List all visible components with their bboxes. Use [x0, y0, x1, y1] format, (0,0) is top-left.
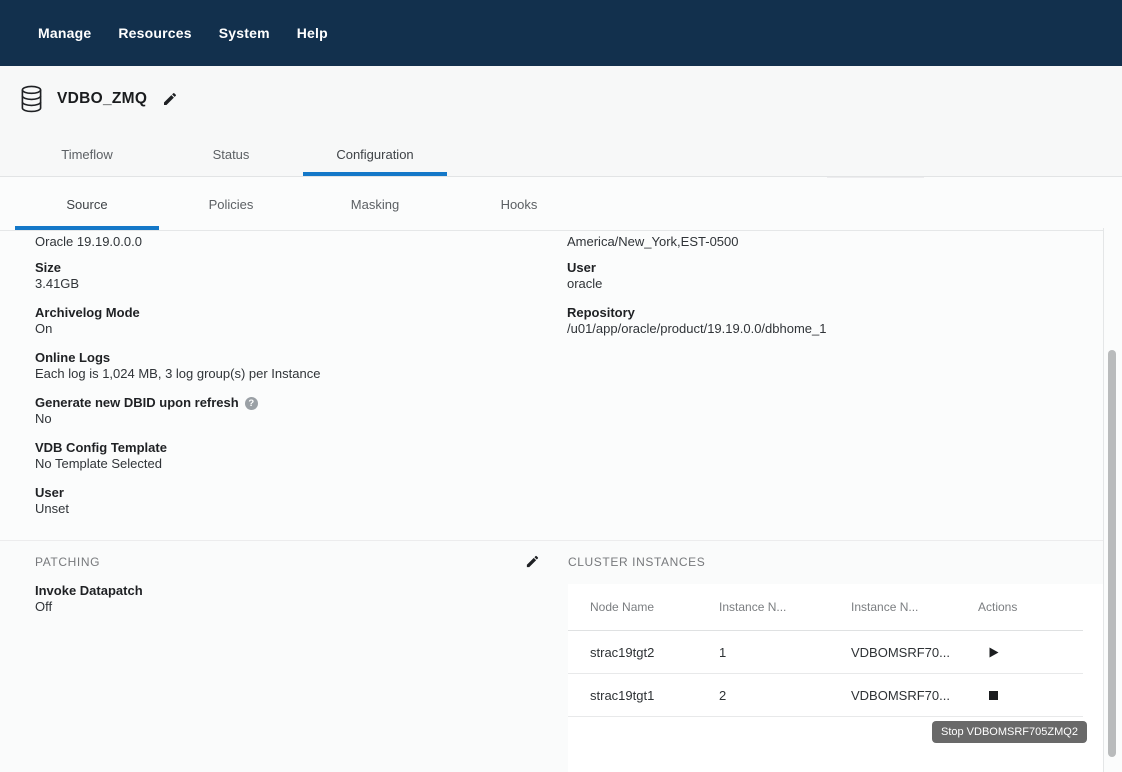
stop-instance-tooltip: Stop VDBOMSRF705ZMQ2	[932, 721, 1087, 743]
help-icon[interactable]: ?	[245, 397, 258, 410]
cluster-instances-section-title: CLUSTER INSTANCES	[568, 555, 705, 569]
field-label: Archivelog Mode	[35, 305, 535, 321]
pencil-icon	[525, 554, 540, 569]
field-value: 3.41GB	[35, 276, 535, 292]
instance-name-cell: VDBOMSRF70...	[829, 645, 956, 660]
generate-dbid-field: Generate new DBID upon refresh ? No	[35, 395, 535, 427]
main-tabs: Timeflow Status Configuration	[0, 132, 1122, 177]
tab-configuration[interactable]: Configuration	[303, 132, 447, 176]
vertical-scrollbar-track[interactable]	[1103, 228, 1122, 772]
pencil-icon	[162, 91, 178, 107]
subtab-hooks[interactable]: Hooks	[447, 178, 591, 230]
user-field: User Unset	[35, 485, 535, 517]
field-value: On	[35, 321, 535, 337]
lower-sections-band: PATCHING Invoke Datapatch Off CLUSTER IN…	[0, 540, 1103, 772]
instance-number-cell: 1	[697, 645, 829, 660]
size-field: Size 3.41GB	[35, 260, 535, 292]
nav-item-resources[interactable]: Resources	[118, 25, 191, 41]
nav-item-system[interactable]: System	[219, 25, 270, 41]
archivelog-mode-field: Archivelog Mode On	[35, 305, 535, 337]
source-config-panel: Oracle 19.19.0.0.0 Size 3.41GB Archivelo…	[0, 232, 1103, 772]
invoke-datapatch-field: Invoke Datapatch Off	[35, 583, 143, 615]
field-label: Size	[35, 260, 535, 276]
patching-section-title: PATCHING	[35, 555, 100, 569]
configuration-subtabs: Source Policies Masking Hooks	[0, 178, 1103, 231]
nav-item-help[interactable]: Help	[297, 25, 328, 41]
cluster-instances-card: Node Name Instance N... Instance N... Ac…	[568, 584, 1103, 772]
field-value: Off	[35, 599, 143, 615]
subtab-masking[interactable]: Masking	[303, 178, 447, 230]
subtab-source[interactable]: Source	[15, 178, 159, 230]
table-row: strac19tgt1 2 VDBOMSRF70...	[568, 674, 1083, 717]
top-navbar: Manage Resources System Help	[0, 0, 1122, 66]
node-name-cell: strac19tgt2	[568, 645, 697, 660]
field-value: /u01/app/oracle/product/19.19.0.0/dbhome…	[567, 321, 1087, 337]
field-label: Repository	[567, 305, 1087, 321]
table-row: strac19tgt2 1 VDBOMSRF70...	[568, 631, 1083, 674]
source-details-left-column: Oracle 19.19.0.0.0 Size 3.41GB Archivelo…	[35, 234, 535, 530]
field-label: User	[35, 485, 535, 501]
database-icon	[20, 85, 43, 113]
environment-user-field: User oracle	[567, 260, 1087, 292]
column-header-actions: Actions	[956, 600, 1083, 614]
field-label: Online Logs	[35, 350, 535, 366]
instance-number-cell: 2	[697, 688, 829, 703]
field-value: No	[35, 411, 535, 427]
cluster-instances-table: Node Name Instance N... Instance N... Ac…	[568, 584, 1083, 717]
vertical-scrollbar-thumb[interactable]	[1108, 350, 1116, 757]
field-value: Unset	[35, 501, 535, 517]
online-logs-field: Online Logs Each log is 1,024 MB, 3 log …	[35, 350, 535, 382]
field-label: Invoke Datapatch	[35, 583, 143, 599]
subtab-policies[interactable]: Policies	[159, 178, 303, 230]
play-icon	[989, 647, 999, 658]
field-value: Each log is 1,024 MB, 3 log group(s) per…	[35, 366, 535, 382]
field-value: Oracle 19.19.0.0.0	[35, 234, 535, 250]
database-version-field: Oracle 19.19.0.0.0	[35, 234, 535, 250]
stop-icon	[989, 691, 998, 700]
source-details-right-column: America/New_York,EST-0500 User oracle Re…	[567, 234, 1087, 350]
nav-item-manage[interactable]: Manage	[38, 25, 91, 41]
patching-edit-button[interactable]	[522, 551, 542, 571]
page-title: VDBO_ZMQ	[57, 90, 147, 108]
repository-field: Repository /u01/app/oracle/product/19.19…	[567, 305, 1087, 337]
timezone-field: America/New_York,EST-0500	[567, 234, 1087, 250]
field-label: VDB Config Template	[35, 440, 535, 456]
node-name-cell: strac19tgt1	[568, 688, 697, 703]
field-value: oracle	[567, 276, 1087, 292]
field-label: Generate new DBID upon refresh ?	[35, 395, 535, 411]
tab-timeflow[interactable]: Timeflow	[15, 132, 159, 176]
title-group: VDBO_ZMQ	[20, 66, 178, 132]
table-header-row: Node Name Instance N... Instance N... Ac…	[568, 584, 1083, 631]
page-header: VDBO_ZMQ	[0, 66, 1122, 132]
column-header-node-name: Node Name	[568, 600, 697, 614]
field-value: America/New_York,EST-0500	[567, 234, 1087, 250]
instance-name-cell: VDBOMSRF70...	[829, 688, 956, 703]
instance-stop-button[interactable]	[956, 691, 1083, 700]
tab-status[interactable]: Status	[159, 132, 303, 176]
column-header-instance-name: Instance N...	[829, 600, 956, 614]
field-value: No Template Selected	[35, 456, 535, 472]
instance-start-button[interactable]	[956, 647, 1083, 658]
column-header-instance-number: Instance N...	[697, 600, 829, 614]
rename-button[interactable]	[162, 91, 178, 107]
vdb-config-template-field: VDB Config Template No Template Selected	[35, 440, 535, 472]
field-label: User	[567, 260, 1087, 276]
field-label-text: Generate new DBID upon refresh	[35, 395, 239, 411]
